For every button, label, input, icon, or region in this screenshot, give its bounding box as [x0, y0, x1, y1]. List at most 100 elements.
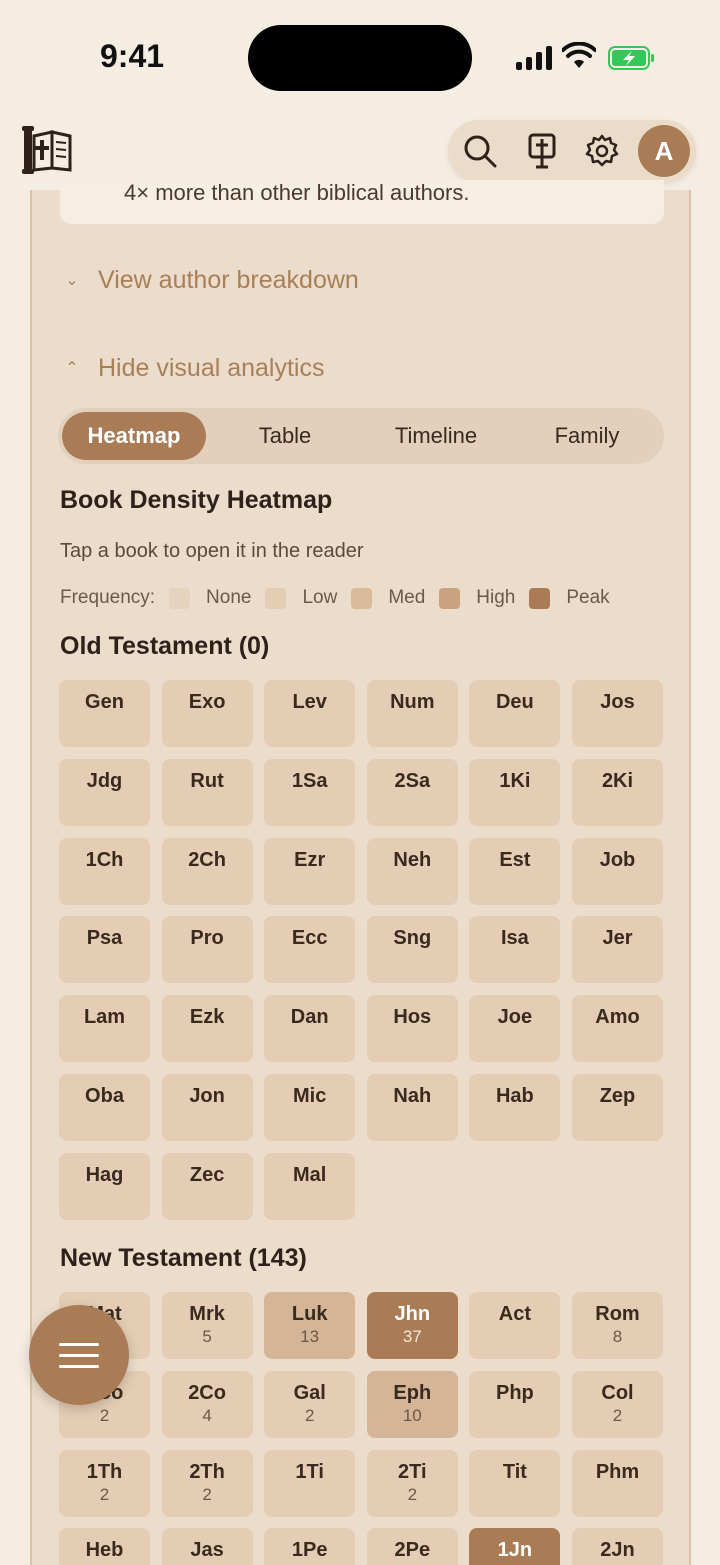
book-abbr: Php	[496, 1381, 534, 1404]
book-cell-2co[interactable]: 2Co 4	[161, 1370, 253, 1438]
book-cell-2pe[interactable]: 2Pe	[366, 1528, 458, 1565]
book-abbr: 2Ki	[601, 769, 634, 792]
book-cell-joe[interactable]: Joe	[469, 995, 561, 1063]
gear-icon[interactable]	[582, 131, 622, 171]
book-cell-ezk[interactable]: Ezk	[161, 995, 253, 1063]
book-cell-tit[interactable]: Tit	[469, 1449, 561, 1517]
book-cell-mal[interactable]: Mal	[264, 1152, 356, 1220]
book-cell-mic[interactable]: Mic	[264, 1074, 356, 1141]
book-cell-1th[interactable]: 1Th 2	[59, 1449, 150, 1517]
book-cell-mrk[interactable]: Mrk 5	[161, 1292, 253, 1359]
book-cell-nah[interactable]: Nah	[366, 1074, 458, 1141]
book-cell-1jn[interactable]: 1Jn	[469, 1528, 561, 1565]
book-cell-jon[interactable]: Jon	[161, 1074, 253, 1141]
book-count: 2	[304, 1405, 315, 1425]
book-abbr: Oba	[85, 1085, 124, 1107]
book-cell-oba[interactable]: Oba	[59, 1074, 150, 1141]
book-abbr: Sng	[393, 927, 432, 950]
book-count: 5	[202, 1327, 212, 1346]
book-cell-rom[interactable]: Rom 8	[572, 1292, 663, 1359]
legend-swatch	[439, 587, 461, 609]
bible-app-logo-icon[interactable]	[22, 124, 72, 176]
book-cell-2sa[interactable]: 2Sa	[366, 758, 458, 826]
book-cell-2th[interactable]: 2Th 2	[161, 1449, 253, 1517]
book-abbr: Hab	[495, 1085, 534, 1107]
book-abbr: Heb	[85, 1539, 124, 1562]
book-cell-sng[interactable]: Sng	[366, 916, 458, 984]
book-cell-col[interactable]: Col 2	[572, 1370, 663, 1438]
book-cell-ezr[interactable]: Ezr	[264, 837, 356, 905]
book-count: 2	[202, 1484, 212, 1504]
book-cell-1ch[interactable]: 1Ch	[59, 837, 150, 905]
book-cell-amo[interactable]: Amo	[572, 995, 663, 1063]
scripture-tablet-icon[interactable]	[522, 131, 562, 171]
book-cell-luk[interactable]: Luk 13	[264, 1292, 356, 1359]
book-cell-php[interactable]: Php	[469, 1370, 561, 1438]
book-cell-1ti[interactable]: 1Ti	[264, 1449, 356, 1517]
menu-fab-button[interactable]	[29, 1305, 129, 1405]
tab-table[interactable]: Table	[213, 412, 357, 460]
book-cell-eph[interactable]: Eph 10	[366, 1370, 458, 1438]
book-cell-jos[interactable]: Jos	[572, 680, 663, 747]
book-abbr: Mal	[293, 1163, 327, 1186]
tab-timeline[interactable]: Timeline	[364, 412, 508, 460]
book-cell-2jn[interactable]: 2Jn	[572, 1528, 663, 1565]
visual-analytics-toggle[interactable]: ⌃ Hide visual analytics	[62, 348, 324, 388]
book-count: 2	[99, 1405, 110, 1425]
book-count: 8	[612, 1327, 623, 1346]
book-cell-gal[interactable]: Gal 2	[264, 1370, 356, 1438]
book-abbr: Col	[601, 1381, 634, 1404]
book-cell-gen[interactable]: Gen	[59, 680, 150, 747]
book-cell-psa[interactable]: Psa	[59, 916, 150, 984]
book-count: 37	[402, 1327, 422, 1346]
book-cell-hab[interactable]: Hab	[469, 1074, 561, 1141]
book-cell-2ch[interactable]: 2Ch	[161, 837, 253, 905]
book-cell-jas[interactable]: Jas	[161, 1528, 253, 1565]
dynamic-island	[248, 25, 472, 91]
book-cell-2ki[interactable]: 2Ki	[572, 758, 663, 826]
book-cell-lam[interactable]: Lam	[59, 995, 150, 1063]
book-cell-2ti[interactable]: 2Ti 2	[366, 1449, 458, 1517]
new-testament-title: New Testament (143)	[60, 1244, 307, 1272]
book-cell-num[interactable]: Num	[366, 680, 458, 747]
book-cell-isa[interactable]: Isa	[469, 916, 561, 984]
book-cell-jdg[interactable]: Jdg	[59, 758, 150, 826]
book-cell-dan[interactable]: Dan	[264, 995, 356, 1063]
book-abbr: Num	[390, 691, 435, 713]
book-cell-lev[interactable]: Lev	[264, 680, 356, 747]
book-cell-zep[interactable]: Zep	[572, 1074, 663, 1141]
author-breakdown-toggle[interactable]: ⌄ View author breakdown	[62, 260, 359, 300]
book-cell-pro[interactable]: Pro	[161, 916, 253, 984]
book-cell-zec[interactable]: Zec	[161, 1152, 253, 1220]
book-cell-neh[interactable]: Neh	[366, 837, 458, 905]
search-icon[interactable]	[460, 131, 500, 171]
book-abbr: Jdg	[86, 769, 123, 792]
book-cell-jer[interactable]: Jer	[572, 916, 663, 984]
book-cell-heb[interactable]: Heb	[59, 1528, 150, 1565]
book-cell-phm[interactable]: Phm	[572, 1449, 663, 1517]
avatar[interactable]: A	[638, 125, 690, 177]
book-cell-1pe[interactable]: 1Pe	[264, 1528, 356, 1565]
wifi-icon	[562, 42, 596, 68]
book-cell-jhn[interactable]: Jhn 37	[366, 1292, 458, 1359]
book-abbr: Zep	[599, 1085, 636, 1107]
tab-heatmap[interactable]: Heatmap	[62, 412, 206, 460]
book-cell-ecc[interactable]: Ecc	[264, 916, 356, 984]
tab-family[interactable]: Family	[515, 412, 659, 460]
legend-item-peak: Peak	[529, 587, 610, 609]
book-cell-1sa[interactable]: 1Sa	[264, 758, 356, 826]
book-cell-exo[interactable]: Exo	[161, 680, 253, 747]
book-cell-job[interactable]: Job	[572, 837, 663, 905]
book-abbr: Psa	[86, 927, 123, 950]
book-abbr: Exo	[188, 691, 226, 713]
status-time: 9:41	[100, 38, 165, 74]
book-cell-est[interactable]: Est	[469, 837, 561, 905]
book-count: 2	[407, 1484, 418, 1504]
book-abbr: Nah	[393, 1085, 432, 1107]
book-cell-hag[interactable]: Hag	[59, 1152, 150, 1220]
book-cell-act[interactable]: Act	[469, 1292, 561, 1359]
book-cell-1ki[interactable]: 1Ki	[469, 758, 561, 826]
book-cell-deu[interactable]: Deu	[469, 680, 561, 747]
book-cell-rut[interactable]: Rut	[161, 758, 253, 826]
book-cell-hos[interactable]: Hos	[366, 995, 458, 1063]
